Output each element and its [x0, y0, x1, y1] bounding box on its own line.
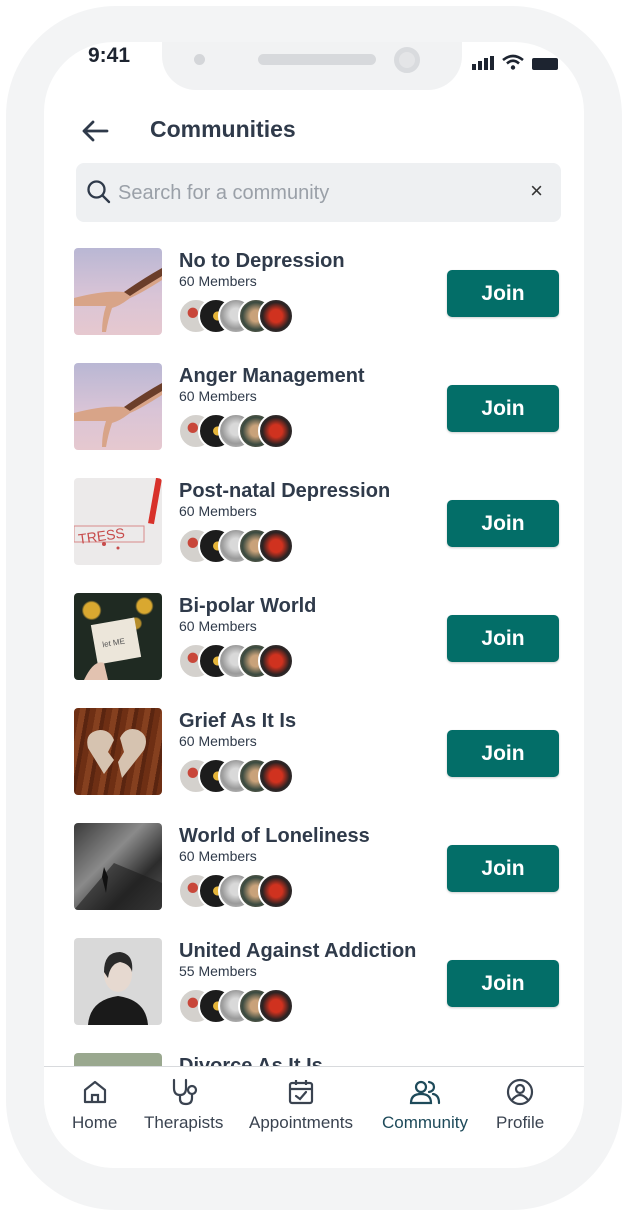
member-count: 60 Members [179, 273, 257, 289]
community-name: United Against Addiction [179, 940, 417, 962]
stethoscope-icon [172, 1078, 197, 1106]
battery-icon [532, 58, 558, 70]
camera [394, 47, 420, 73]
calendar-check-icon [288, 1080, 314, 1105]
member-count: 60 Members [179, 388, 257, 404]
join-button[interactable]: Join [447, 845, 559, 892]
avatar [258, 298, 294, 334]
wifi-icon [502, 54, 524, 70]
join-button[interactable]: Join [447, 500, 559, 547]
page-title: Communities [150, 116, 296, 142]
nav-item-community[interactable]: Community [382, 1077, 468, 1133]
community-image [74, 823, 162, 910]
avatar [258, 758, 294, 794]
nav-item-therapists[interactable]: Therapists [144, 1077, 223, 1133]
search-icon [87, 180, 111, 204]
community-image [74, 363, 162, 450]
avatar [258, 873, 294, 909]
search-input[interactable] [118, 177, 508, 209]
nav-label: Profile [496, 1113, 545, 1132]
join-button[interactable]: Join [447, 960, 559, 1007]
home-icon [83, 1080, 106, 1104]
nav-item-profile[interactable]: Profile [496, 1077, 544, 1133]
user-circle-icon [506, 1078, 534, 1106]
community-name: Grief As It Is [179, 710, 297, 732]
join-button[interactable]: Join [447, 615, 559, 662]
community-image [74, 708, 162, 795]
avatar [258, 413, 294, 449]
nav-item-appointments[interactable]: Appointments [249, 1077, 353, 1133]
avatar [258, 988, 294, 1024]
community-name: Anger Management [179, 365, 365, 387]
member-avatars [178, 643, 308, 679]
status-icons [472, 54, 558, 70]
users-icon [409, 1080, 441, 1105]
sensor-dot [194, 54, 205, 65]
member-count: 60 Members [179, 733, 257, 749]
clear-icon[interactable]: × [530, 179, 543, 203]
community-row[interactable]: United Against Addiction 55 Members Join [74, 938, 564, 1038]
nav-label: Community [382, 1113, 468, 1132]
status-time: 9:41 [88, 44, 131, 67]
member-avatars [178, 988, 308, 1024]
join-button[interactable]: Join [447, 385, 559, 432]
app-screen: 9:41 Communities × No to Depression 60 M… [44, 42, 584, 1168]
community-image: TRESS [74, 478, 162, 565]
member-count: 60 Members [179, 503, 257, 519]
back-arrow-icon[interactable] [80, 116, 110, 146]
community-image: let ME [74, 593, 162, 680]
nav-item-home[interactable]: Home [72, 1077, 117, 1133]
svg-text:TRESS: TRESS [77, 525, 125, 547]
community-name: No to Depression [179, 250, 345, 272]
member-count: 55 Members [179, 963, 257, 979]
speaker [258, 54, 376, 65]
member-avatars [178, 413, 308, 449]
community-image [74, 938, 162, 1025]
community-row[interactable]: Grief As It Is 60 Members Join [74, 708, 564, 808]
community-row[interactable]: No to Depression 60 Members Join [74, 248, 564, 348]
avatar [258, 528, 294, 564]
community-image [74, 248, 162, 335]
join-button[interactable]: Join [447, 730, 559, 777]
join-button[interactable]: Join [447, 270, 559, 317]
nav-label: Appointments [249, 1113, 353, 1132]
nav-label: Home [72, 1113, 118, 1132]
community-name: World of Loneliness [179, 825, 370, 847]
community-row[interactable]: Anger Management 60 Members Join [74, 363, 564, 463]
community-row[interactable]: let ME Bi-polar World 60 Members Join [74, 593, 564, 693]
avatar [258, 643, 294, 679]
member-avatars [178, 758, 308, 794]
member-avatars [178, 528, 308, 564]
member-avatars [178, 298, 308, 334]
search-bar: × [76, 163, 561, 222]
community-name: Bi-polar World [179, 595, 317, 617]
bottom-nav: Home Therapists Appointments Community P… [44, 1066, 584, 1168]
member-avatars [178, 873, 308, 909]
member-count: 60 Members [179, 848, 257, 864]
nav-label: Therapists [144, 1113, 224, 1132]
community-row[interactable]: World of Loneliness 60 Members Join [74, 823, 564, 923]
notch [162, 42, 462, 90]
community-name: Post-natal Depression [179, 480, 391, 502]
member-count: 60 Members [179, 618, 257, 634]
signal-icon [472, 56, 494, 70]
community-row[interactable]: TRESS Post-natal Depression 60 Members J… [74, 478, 564, 578]
